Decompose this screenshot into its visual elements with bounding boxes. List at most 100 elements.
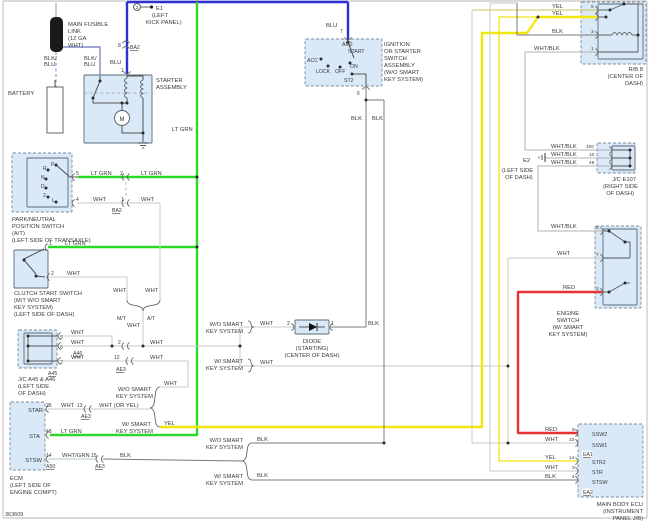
brace-wht-yel-split <box>149 386 161 428</box>
wire-ignition-st2-exit[interactable] <box>365 88 384 101</box>
label-e1: E1 <box>156 6 163 12</box>
label-diode: DIODE <box>303 339 321 345</box>
label--a-t-: (A/T) <box>12 231 25 237</box>
label-14: 14 <box>46 453 52 459</box>
main-body-ecu-box[interactable] <box>577 423 644 498</box>
label-7: 7 <box>340 29 343 35</box>
label-lt-grn: LT GRN <box>91 171 112 177</box>
label-switch: SWITCH <box>384 56 407 62</box>
label-blu: BLU <box>84 62 95 68</box>
wire-ecm-stsw-blk[interactable] <box>102 458 243 462</box>
label-switch: SWITCH <box>557 318 580 324</box>
label-3: 3 <box>591 29 594 35</box>
label-st2: ST2 <box>344 78 354 84</box>
label-yel: YEL <box>164 421 176 427</box>
e1-ground-dot <box>149 5 154 9</box>
label-star: STAR <box>28 408 43 414</box>
label-10: 10 <box>589 152 595 158</box>
label-2: 2 <box>60 360 63 366</box>
label-2: 2 <box>118 340 121 346</box>
label-lt-grn: LT GRN <box>141 171 162 177</box>
label-w-o-smart: W/O SMART <box>118 387 152 393</box>
junction-dot-16 <box>622 2 626 6</box>
label-5: 5 <box>76 171 79 177</box>
label-blk: BLK <box>368 321 379 327</box>
label-m-t: M/T <box>117 316 127 322</box>
label-blk: BLK <box>545 474 556 480</box>
label-wht-or-yel-: WHT (OR YEL) <box>99 403 139 409</box>
junction-dot-10 <box>98 79 102 83</box>
label-dash-: DASH) <box>625 81 643 87</box>
label-wht: WHT <box>260 321 274 327</box>
label-a-t: A/T <box>147 316 156 322</box>
label-1: 1 <box>121 68 124 74</box>
label-main-body-ecu: MAIN BODY ECU <box>597 502 643 508</box>
label-10: 10 <box>569 437 575 443</box>
wire-rb8-whtblk-to-e107[interactable] <box>524 51 612 151</box>
label-wht: WHT <box>545 465 559 471</box>
label-ssw1: SSW1 <box>592 443 607 449</box>
label-panel-j-b-: PANEL J/B) <box>613 516 643 522</box>
label-lock: LOCK <box>316 69 331 75</box>
label-key-system-: KEY SYSTEM) <box>14 305 53 311</box>
label-wht: WHT <box>113 288 127 294</box>
junction-dot-21 <box>607 290 611 294</box>
brace-mt-at <box>126 299 161 312</box>
wire-ecu-str-vert[interactable] <box>489 2 517 471</box>
junction-dot-29 <box>54 163 58 167</box>
junction-dot-25 <box>628 164 632 168</box>
label-clutch-start-switch: CLUTCH START SWITCH <box>14 291 82 297</box>
label-25: 25 <box>46 403 52 409</box>
junction-dot-6 <box>382 441 386 445</box>
label-wht: WHT <box>71 340 85 346</box>
label-assembly: ASSEMBLY <box>156 85 187 91</box>
wire-pnp-pin4-row[interactable] <box>77 202 161 300</box>
starting-system-schematic: MAIN FUSIBLELINK(12 GAWHT)BATTERYBLK/BLU… <box>2 0 648 522</box>
label-key-system: KEY SYSTEM <box>206 329 243 335</box>
label-red: RED <box>563 285 575 291</box>
junction-dot-18 <box>604 15 608 19</box>
label-blu: BLU <box>326 23 337 29</box>
wire-e107-to-engine-sw[interactable] <box>537 165 612 232</box>
junction-dot-32 <box>44 186 48 190</box>
label-4: 4 <box>572 474 575 480</box>
wire-jc-row5-wht[interactable] <box>62 335 113 346</box>
junction-dot-5 <box>364 98 368 102</box>
label-key-system: KEY SYSTEM <box>116 394 153 400</box>
label-park-neutral: PARK/NEUTRAL <box>12 217 57 223</box>
junction-dot-13 <box>125 101 129 105</box>
label-wht-blk: WHT/BLK <box>551 224 577 230</box>
label-5: 5 <box>591 4 594 10</box>
label-wht: WHT <box>71 355 85 361</box>
brace-blk-split <box>241 442 253 481</box>
junction-dot-28 <box>26 359 30 363</box>
label-l: L <box>52 198 55 204</box>
label-am2: AM2 <box>342 42 353 48</box>
label--left-side-of-dash-: (LEFT SIDE OF DASH) <box>14 312 75 318</box>
label-engine-compt-: ENGINE COMPT) <box>10 490 57 496</box>
label--m-t-w-o-smart: (M/T W/O SMART <box>14 298 61 304</box>
label-stsw: STSW <box>592 480 608 486</box>
label-1: 1 <box>121 197 124 203</box>
engine-switch-outer[interactable] <box>594 225 642 309</box>
park-neutral-switch-outer[interactable] <box>11 152 73 213</box>
junction-dot-26 <box>26 334 30 338</box>
label-link: LINK <box>68 29 81 35</box>
label-assembly: ASSEMBLY <box>384 63 415 69</box>
label-wht: WHT <box>67 271 81 277</box>
label-2: 2 <box>596 286 599 292</box>
label-start: START <box>348 49 365 55</box>
label-lt-grn: LT GRN <box>172 127 193 133</box>
label-m: M <box>120 117 125 123</box>
label-7: 7 <box>596 252 599 258</box>
label-blk: BLK <box>257 437 268 443</box>
junction-dot-22 <box>623 281 627 285</box>
label-j-c-a45-a46: J/C A45 & A46 <box>18 377 55 383</box>
label-blk: BLK <box>257 473 268 479</box>
junction-dot-17 <box>636 33 640 37</box>
label-2: 2 <box>287 321 290 327</box>
wire-yel-str2-run[interactable] <box>498 16 578 462</box>
label-wht-blk: WHT/BLK <box>534 46 560 52</box>
label-6: 6 <box>60 345 63 351</box>
label-w-o-smart: W/O SMART <box>210 322 244 328</box>
